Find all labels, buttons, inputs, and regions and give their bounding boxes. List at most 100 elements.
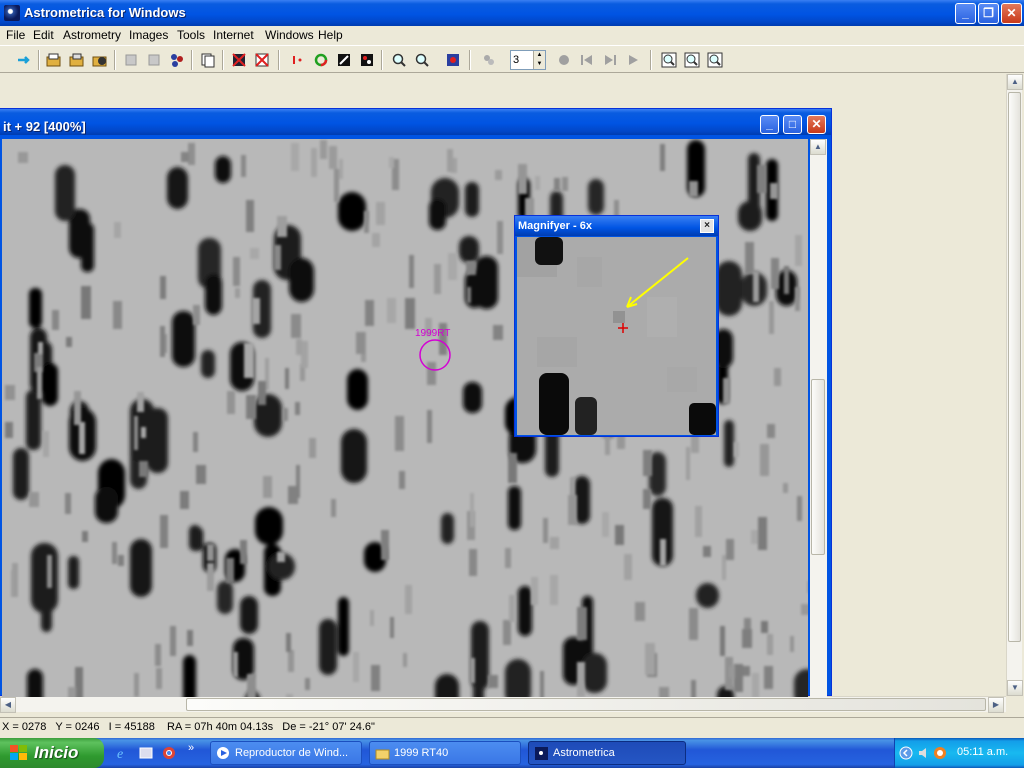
faint-star (288, 650, 294, 672)
spin-arrows[interactable]: ▲ ▼ (533, 51, 545, 69)
vertical-scroll-thumb[interactable] (1008, 92, 1021, 642)
main-vertical-scrollbar[interactable]: ▲ ▼ (1006, 74, 1023, 696)
child-close-button[interactable]: ✕ (807, 115, 826, 134)
main-horizontal-scrollbar[interactable]: ◀ ▶ (0, 696, 1006, 713)
zoom-out-icon[interactable] (412, 50, 432, 70)
chrome-icon[interactable] (162, 746, 176, 760)
track-and-stack-icon[interactable] (479, 50, 499, 70)
minimize-button[interactable]: _ (955, 3, 976, 24)
star-blob (255, 507, 283, 545)
task-folder[interactable]: 1999 RT40 (369, 741, 521, 765)
show-desktop-icon[interactable] (139, 746, 153, 760)
child-maximize-button[interactable]: □ (783, 115, 802, 134)
faint-star (29, 492, 39, 507)
faint-star (334, 169, 339, 202)
faint-star (568, 495, 577, 525)
faint-star (807, 581, 808, 593)
play-blink-icon[interactable] (623, 50, 643, 70)
settings-icon[interactable] (443, 50, 463, 70)
star-blob (27, 669, 43, 697)
menu-file[interactable]: File (6, 28, 25, 42)
menu-astrometry[interactable]: Astrometry (63, 28, 121, 42)
main-title-bar[interactable]: Astrometrica for Windows _ ❐ ✕ (0, 0, 1024, 26)
faint-star (81, 286, 91, 319)
connect-icon[interactable] (14, 50, 34, 70)
faint-star (448, 253, 457, 280)
restore-button[interactable]: ❐ (978, 3, 999, 24)
scroll-right-icon[interactable]: ▶ (988, 697, 1004, 713)
menu-internet[interactable]: Internet (213, 28, 254, 42)
image-scroll-thumb[interactable] (811, 379, 825, 555)
magnifier-window[interactable]: Magnifyer - 6x × (514, 215, 719, 437)
open-folder-icon[interactable] (67, 50, 87, 70)
quick-launch-more-icon[interactable]: » (188, 742, 194, 754)
known-objects-icon[interactable] (334, 50, 354, 70)
scroll-up-icon[interactable]: ▲ (1007, 74, 1023, 90)
image-window-title-bar[interactable]: it + 92 [400%] _ □ ✕ (0, 109, 831, 135)
zoom-select-icon[interactable] (705, 50, 725, 70)
cursor-coordinates: X = 0278 Y = 0246 I = 45188 RA = 07h 40m… (2, 721, 375, 733)
volume-icon[interactable] (917, 746, 931, 760)
internet-explorer-icon[interactable]: e (116, 746, 130, 760)
zoom-100-icon[interactable] (682, 50, 702, 70)
faint-star (760, 444, 769, 476)
faint-star (469, 549, 477, 576)
faint-star (753, 271, 759, 302)
data-reduction-icon[interactable] (311, 50, 331, 70)
astrometrica-app-icon[interactable] (4, 5, 20, 21)
faint-star (770, 183, 778, 199)
faint-star (405, 585, 412, 614)
faint-star (399, 471, 405, 489)
close-button[interactable]: ✕ (1001, 3, 1022, 24)
zoom-in-icon[interactable] (389, 50, 409, 70)
faint-star (493, 325, 503, 340)
scroll-left-icon[interactable]: ◀ (0, 697, 16, 713)
tray-expand-icon[interactable] (899, 746, 913, 760)
image-list-icon[interactable] (198, 50, 218, 70)
task-media-player[interactable]: Reproductor de Wind... (210, 741, 362, 765)
save-images-icon[interactable] (90, 50, 110, 70)
frame-number-spinbox[interactable]: ▲ ▼ (510, 50, 546, 70)
faint-star (495, 170, 502, 180)
menu-images[interactable]: Images (129, 28, 168, 42)
moving-object-detection-icon[interactable] (357, 50, 377, 70)
image-scroll-up-icon[interactable]: ▲ (810, 139, 826, 155)
faint-star (296, 339, 302, 355)
stop-blink-icon[interactable] (554, 50, 574, 70)
star-blob (441, 513, 454, 544)
blink-marker-icon[interactable] (288, 50, 308, 70)
dark-frame-icon[interactable] (121, 50, 141, 70)
faint-star (554, 178, 560, 191)
tray-app-icon[interactable] (933, 746, 947, 760)
menu-windows[interactable]: Windows (265, 28, 314, 42)
horizontal-scroll-thumb[interactable] (186, 698, 986, 711)
menu-edit[interactable]: Edit (33, 28, 54, 42)
flat-field-icon[interactable] (144, 50, 164, 70)
menu-help[interactable]: Help (318, 28, 343, 42)
magnifier-title-bar[interactable]: Magnifyer - 6x × (515, 216, 718, 236)
previous-frame-icon[interactable] (577, 50, 597, 70)
star-blob (429, 199, 446, 230)
next-frame-icon[interactable] (600, 50, 620, 70)
zoom-fit-icon[interactable] (659, 50, 679, 70)
faint-star (263, 476, 272, 498)
image-vertical-scrollbar[interactable]: ▲ (810, 139, 827, 697)
frame-number-input[interactable] (511, 51, 531, 69)
menu-tools[interactable]: Tools (177, 28, 205, 42)
faint-star (434, 264, 441, 294)
remove-reference-icon[interactable] (252, 50, 272, 70)
spin-up-icon[interactable]: ▲ (534, 51, 545, 60)
start-button[interactable]: Inicio (0, 738, 104, 768)
calibration-icon[interactable] (167, 50, 187, 70)
load-images-icon[interactable] (44, 50, 64, 70)
spin-down-icon[interactable]: ▼ (534, 60, 545, 69)
remove-stars-icon[interactable] (229, 50, 249, 70)
scroll-down-icon[interactable]: ▼ (1007, 680, 1023, 696)
faint-star (339, 159, 343, 179)
task-astrometrica[interactable]: Astrometrica (528, 741, 686, 765)
faint-star (295, 402, 300, 415)
magnifier-close-button[interactable]: × (700, 219, 714, 233)
child-minimize-button[interactable]: _ (760, 115, 779, 134)
faint-star (726, 539, 734, 560)
star-blob (338, 597, 349, 656)
